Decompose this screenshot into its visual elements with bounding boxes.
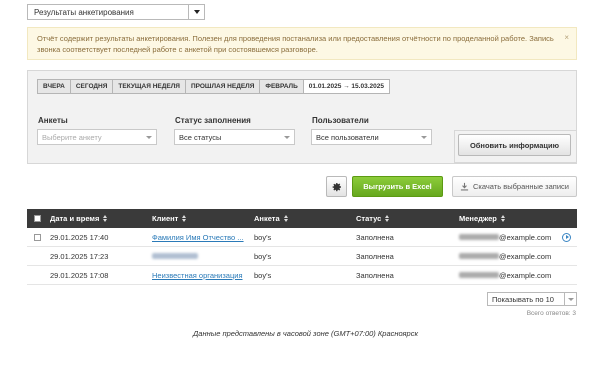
- column-manager[interactable]: Менеджер: [459, 209, 505, 228]
- gear-icon: [332, 182, 341, 191]
- survey-filter-placeholder: Выберите анкету: [42, 132, 102, 142]
- client-link-redacted[interactable]: [152, 253, 198, 259]
- download-selected-label: Скачать выбранные записи: [473, 182, 569, 191]
- play-icon[interactable]: [562, 232, 571, 242]
- column-status[interactable]: Статус: [356, 209, 390, 228]
- table-row[interactable]: 29.01.2025 17:40 Фамилия Имя Отчество ..…: [27, 228, 577, 247]
- download-icon: [460, 182, 469, 191]
- column-client-label: Клиент: [152, 214, 179, 223]
- column-datetime-label: Дата и время: [50, 214, 100, 223]
- sort-icon: [103, 215, 108, 222]
- sort-icon: [182, 215, 187, 222]
- page-size-select[interactable]: Показывать по 10: [487, 292, 577, 306]
- results-table: Дата и время Клиент Анкета Статус Менедж…: [27, 209, 577, 285]
- column-status-label: Статус: [356, 214, 382, 223]
- chevron-down-icon: [564, 293, 576, 305]
- info-notice: Отчёт содержит результаты анкетирования.…: [27, 27, 577, 60]
- column-survey[interactable]: Анкета: [254, 209, 288, 228]
- chevron-down-icon: [417, 135, 431, 139]
- sort-icon: [385, 215, 390, 222]
- update-info-button[interactable]: Обновить информацию: [458, 134, 571, 156]
- row-manager: @example.com: [499, 251, 552, 261]
- period-current-week[interactable]: ТЕКУЩАЯ НЕДЕЛЯ: [113, 80, 186, 93]
- report-select[interactable]: Результаты анкетирования: [27, 4, 205, 20]
- row-survey: boy's: [254, 251, 272, 261]
- manager-name-redacted: [459, 272, 499, 278]
- chevron-down-icon: [142, 135, 156, 139]
- users-filter-value: Все пользователи: [316, 132, 379, 142]
- row-status: Заполнена: [356, 251, 394, 261]
- column-manager-label: Менеджер: [459, 214, 497, 223]
- row-manager: @example.com: [499, 232, 552, 242]
- period-february[interactable]: ФЕВРАЛЬ: [260, 80, 304, 93]
- row-status: Заполнена: [356, 270, 394, 280]
- filter-panel: ВЧЕРА СЕГОДНЯ ТЕКУЩАЯ НЕДЕЛЯ ПРОШЛАЯ НЕД…: [27, 70, 577, 164]
- period-yesterday[interactable]: ВЧЕРА: [38, 80, 71, 93]
- report-select-value: Результаты анкетирования: [34, 7, 134, 17]
- status-filter-label: Статус заполнения: [175, 116, 251, 125]
- column-client[interactable]: Клиент: [152, 209, 187, 228]
- users-filter-label: Пользователи: [312, 116, 369, 125]
- table-header: Дата и время Клиент Анкета Статус Менедж…: [27, 209, 577, 228]
- total-count: Всего ответов: 3: [526, 310, 576, 317]
- row-datetime: 29.01.2025 17:23: [50, 251, 109, 261]
- column-survey-label: Анкета: [254, 214, 280, 223]
- row-checkbox[interactable]: [34, 233, 41, 241]
- row-manager: @example.com: [499, 270, 552, 280]
- row-survey: boy's: [254, 270, 272, 280]
- select-all-checkbox[interactable]: [34, 215, 41, 222]
- table-row[interactable]: 29.01.2025 17:08 Неизвестная организация…: [27, 266, 577, 285]
- sort-icon: [500, 215, 505, 222]
- row-datetime: 29.01.2025 17:08: [50, 270, 109, 280]
- sort-icon: [283, 215, 288, 222]
- client-link[interactable]: Неизвестная организация: [152, 266, 243, 284]
- settings-button[interactable]: [326, 176, 347, 197]
- survey-filter-select[interactable]: Выберите анкету: [37, 129, 157, 145]
- chevron-down-icon[interactable]: [188, 5, 204, 19]
- row-status: Заполнена: [356, 232, 394, 242]
- notice-text: Отчёт содержит результаты анкетирования.…: [37, 34, 554, 54]
- timezone-note: Данные представлены в часовой зоне (GMT+…: [193, 329, 418, 338]
- row-datetime: 29.01.2025 17:40: [50, 232, 109, 242]
- status-filter-value: Все статусы: [179, 132, 222, 142]
- manager-name-redacted: [459, 253, 499, 259]
- chevron-down-icon: [280, 135, 294, 139]
- page-size-value: Показывать по 10: [492, 294, 554, 304]
- manager-name-redacted: [459, 234, 499, 240]
- row-survey: boy's: [254, 232, 272, 242]
- period-today[interactable]: СЕГОДНЯ: [71, 80, 114, 93]
- period-custom-range[interactable]: 01.01.2025 → 15.03.2025: [303, 80, 389, 93]
- period-last-week[interactable]: ПРОШЛАЯ НЕДЕЛЯ: [186, 80, 261, 93]
- column-datetime[interactable]: Дата и время: [50, 209, 108, 228]
- client-link[interactable]: Фамилия Имя Отчество ...: [152, 228, 244, 246]
- close-icon[interactable]: ×: [564, 32, 569, 43]
- download-selected-button[interactable]: Скачать выбранные записи: [452, 176, 577, 197]
- period-selector: ВЧЕРА СЕГОДНЯ ТЕКУЩАЯ НЕДЕЛЯ ПРОШЛАЯ НЕД…: [37, 79, 390, 94]
- users-filter-select[interactable]: Все пользователи: [311, 129, 432, 145]
- status-filter-select[interactable]: Все статусы: [174, 129, 295, 145]
- export-excel-button[interactable]: Выгрузить в Excel: [352, 176, 443, 197]
- survey-filter-label: Анкеты: [38, 116, 68, 125]
- table-row[interactable]: 29.01.2025 17:23 boy's Заполнена @exampl…: [27, 247, 577, 266]
